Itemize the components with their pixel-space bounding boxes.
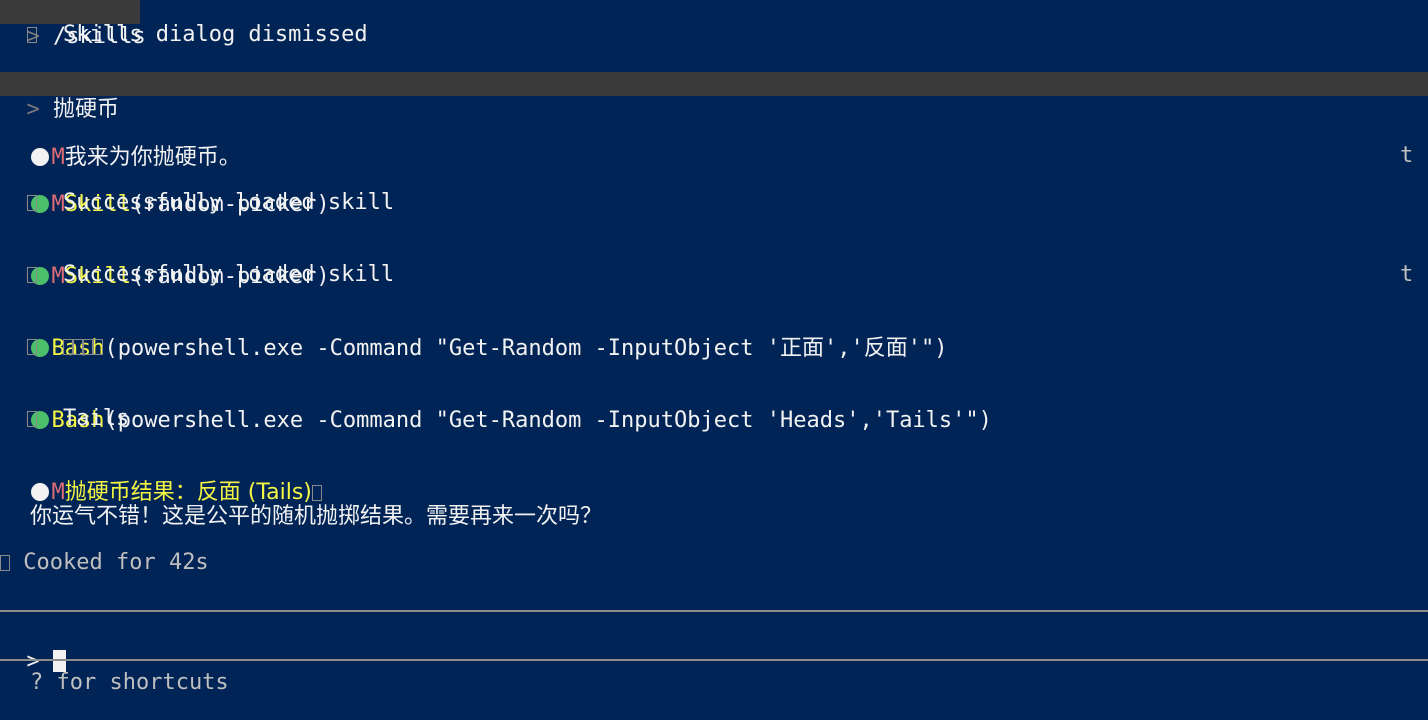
tool-result: Successfully loaded skill — [0, 262, 394, 288]
tool-result-text: Successfully loaded skill — [63, 262, 395, 287]
result-branch-icon — [26, 339, 37, 355]
assistant-dot-icon — [30, 148, 49, 166]
input-line[interactable]: > — [0, 623, 66, 674]
assistant-result-body: 你运气不错！这是公平的随机抛掷结果。需要再来一次吗？ — [30, 504, 602, 530]
result-branch-icon — [26, 27, 37, 43]
command-result: Skills dialog dismissed — [0, 22, 368, 48]
tool-args: (powershell.exe -Command "Get-Random -In… — [104, 408, 992, 433]
tool-result-text: Tails — [63, 406, 130, 431]
text-cursor[interactable] — [53, 650, 66, 672]
status-text: Cooked for 42s — [23, 550, 209, 575]
result-branch-icon — [26, 267, 37, 283]
garbled-glyph-icon — [93, 339, 103, 355]
garbled-glyph-icon — [73, 339, 83, 355]
tool-result-text: Successfully loaded skill — [63, 190, 395, 215]
assistant-dot-icon — [30, 483, 49, 501]
tool-result: Tails — [0, 406, 129, 432]
tool-result — [0, 334, 103, 360]
input-top-border — [0, 610, 1428, 612]
user-message: > 抛硬币 — [0, 71, 120, 122]
assistant-message: M我来为你抛硬币。 — [0, 119, 241, 170]
model-marker: M — [51, 480, 65, 505]
result-branch-icon — [26, 411, 37, 427]
status-icon — [0, 555, 10, 571]
input-bottom-border — [0, 659, 1428, 661]
garbled-glyph-icon — [83, 339, 93, 355]
result-headline: 抛硬币结果：反面 (Tails) — [64, 480, 312, 505]
scroll-mark: t — [1400, 262, 1414, 287]
tool-args: (powershell.exe -Command "Get-Random -In… — [104, 336, 948, 361]
tool-result: Successfully loaded skill — [0, 190, 394, 216]
terminal-window: { "colors": { "background": "#012456", "… — [0, 0, 1428, 720]
garbled-glyph-icon — [311, 485, 322, 501]
result-text: Skills dialog dismissed — [63, 22, 368, 47]
result-branch-icon — [26, 195, 37, 211]
user-input-highlight — [0, 72, 1428, 96]
tool-call: Bash(powershell.exe -Command "Get-Random… — [0, 382, 992, 433]
tool-call: Bash(powershell.exe -Command "Get-Random… — [0, 310, 947, 361]
result-body-text: 你运气不错！这是公平的随机抛掷结果。需要再来一次吗？ — [30, 504, 603, 529]
scroll-mark: t — [1400, 143, 1414, 168]
shortcuts-hint: ? for shortcuts — [30, 670, 229, 696]
shortcuts-hint-text: ? for shortcuts — [30, 670, 229, 695]
status-line: Cooked for 42s — [0, 550, 209, 576]
assistant-result: M抛硬币结果：反面 (Tails) — [0, 454, 322, 505]
tool-call: MSkill(random-picker) — [0, 238, 330, 289]
tool-call: MSkill(random-picker) — [0, 166, 330, 217]
garbled-glyph-icon — [63, 339, 73, 355]
command-line: > /skills — [0, 0, 146, 49]
